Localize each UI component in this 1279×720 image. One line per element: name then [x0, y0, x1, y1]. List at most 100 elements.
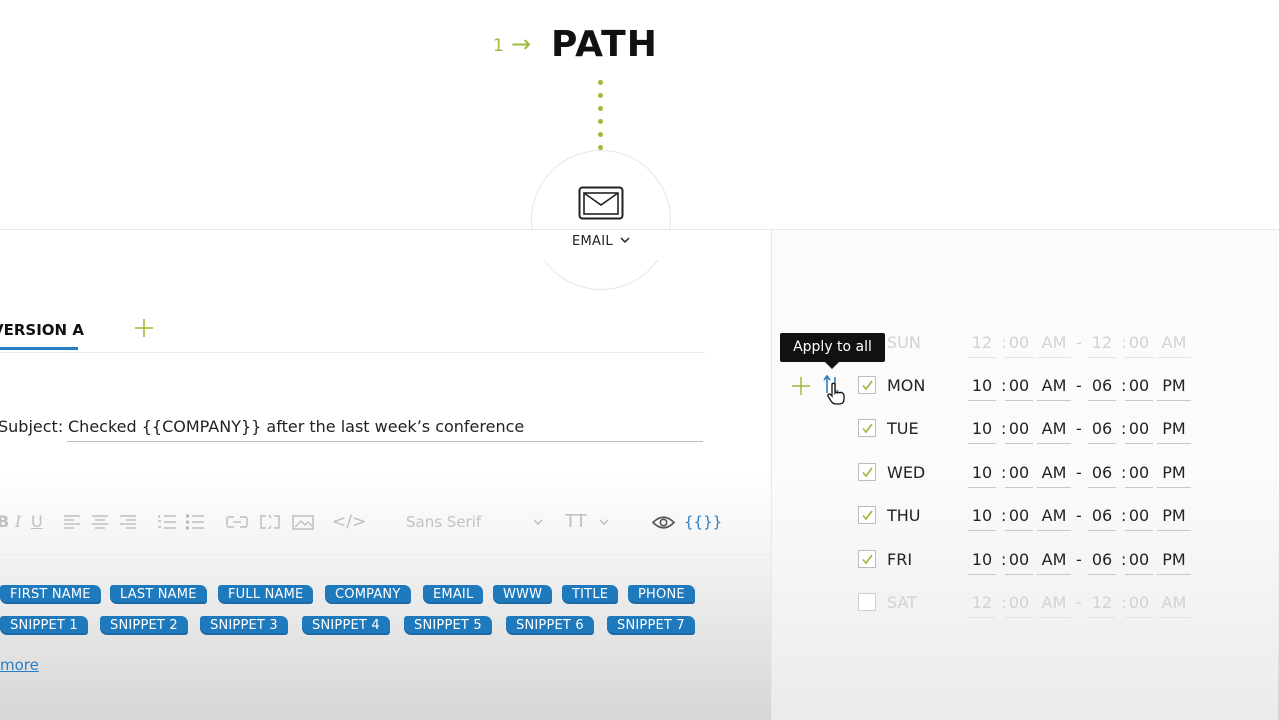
time-colon: : [1121, 506, 1127, 525]
start-minute-field[interactable]: 00 [1007, 333, 1031, 352]
schedule-row-mon: MON 10:00 AM -06:00 PM [858, 373, 1198, 401]
add-time-range-icon[interactable] [791, 376, 811, 396]
schedule-row-sat: SAT 12:00 AM -12:00 AM [858, 590, 1198, 618]
end-ampm-field[interactable]: PM [1159, 419, 1189, 438]
unlink-icon[interactable] [259, 515, 281, 529]
end-ampm-field[interactable]: AM [1159, 593, 1189, 612]
start-hour-field[interactable]: 10 [970, 419, 994, 438]
start-minute-field[interactable]: 00 [1007, 550, 1031, 569]
email-node[interactable] [531, 150, 671, 290]
align-center-icon[interactable] [92, 515, 108, 529]
image-icon[interactable] [292, 515, 314, 530]
chevron-down-icon[interactable] [533, 519, 543, 526]
start-hour-field[interactable]: 10 [970, 376, 994, 395]
eye-icon[interactable] [652, 515, 675, 530]
tab-version-a[interactable]: VERSION A [0, 321, 84, 339]
tag-title[interactable]: TITLE [562, 585, 619, 604]
end-hour-field[interactable]: 06 [1090, 419, 1114, 438]
start-hour-field[interactable]: 10 [970, 463, 994, 482]
end-hour-field[interactable]: 06 [1090, 463, 1114, 482]
ordered-list-icon[interactable] [158, 514, 176, 530]
start-ampm-field[interactable]: AM [1039, 376, 1069, 395]
tag-snippet-4[interactable]: SNIPPET 4 [302, 616, 390, 635]
tag-company[interactable]: COMPANY [325, 585, 411, 604]
end-ampm-field[interactable]: PM [1159, 550, 1189, 569]
time-colon: : [1001, 376, 1007, 395]
tag-snippet-6[interactable]: SNIPPET 6 [506, 616, 594, 635]
subject-input[interactable]: Checked {{COMPANY}} after the last week’… [68, 417, 524, 436]
underline-icon[interactable]: U [31, 510, 43, 534]
end-ampm-field[interactable]: PM [1159, 376, 1189, 395]
end-minute-field[interactable]: 00 [1127, 593, 1151, 612]
start-ampm-field[interactable]: AM [1039, 550, 1069, 569]
day-checkbox[interactable] [858, 419, 876, 437]
bullet-list-icon[interactable] [186, 514, 204, 530]
start-hour-field[interactable]: 12 [970, 333, 994, 352]
start-ampm-field[interactable]: AM [1039, 419, 1069, 438]
tag-snippet-3[interactable]: SNIPPET 3 [200, 616, 288, 635]
start-hour-field[interactable]: 10 [970, 506, 994, 525]
day-checkbox[interactable] [858, 463, 876, 481]
end-ampm-field[interactable]: PM [1159, 506, 1189, 525]
start-minute-field[interactable]: 00 [1007, 593, 1031, 612]
font-family-select[interactable]: Sans Serif [406, 510, 481, 534]
envelope-icon[interactable] [578, 186, 624, 220]
start-ampm-field[interactable]: AM [1039, 463, 1069, 482]
align-left-icon[interactable] [64, 515, 80, 529]
tag-snippet-1[interactable]: SNIPPET 1 [0, 616, 88, 635]
day-checkbox[interactable] [858, 550, 876, 568]
start-hour-field[interactable]: 12 [970, 593, 994, 612]
code-icon[interactable]: </> [332, 510, 366, 534]
end-minute-field[interactable]: 00 [1127, 506, 1151, 525]
start-minute-field[interactable]: 00 [1007, 463, 1031, 482]
tag-snippet-5[interactable]: SNIPPET 5 [404, 616, 492, 635]
link-icon[interactable] [226, 516, 248, 528]
start-ampm-field[interactable]: AM [1039, 506, 1069, 525]
time-colon: : [1121, 333, 1127, 352]
end-ampm-field[interactable]: AM [1159, 333, 1189, 352]
day-checkbox[interactable] [858, 506, 876, 524]
variables-icon[interactable]: {{}} [684, 510, 722, 534]
tag-email[interactable]: EMAIL [423, 585, 484, 604]
day-checkbox[interactable] [858, 593, 876, 611]
start-ampm-field[interactable]: AM [1039, 593, 1069, 612]
node-type-label[interactable]: EMAIL [572, 234, 613, 249]
tab-divider [0, 352, 705, 353]
start-ampm-field[interactable]: AM [1039, 333, 1069, 352]
end-ampm-field[interactable]: PM [1159, 463, 1189, 482]
italic-icon[interactable]: I [15, 510, 21, 534]
time-range-dash: - [1076, 376, 1082, 395]
tag-snippet-2[interactable]: SNIPPET 2 [100, 616, 188, 635]
day-checkbox[interactable] [858, 376, 876, 394]
tag-snippet-7[interactable]: SNIPPET 7 [607, 616, 695, 635]
tag-first-name[interactable]: FIRST NAME [0, 585, 101, 604]
time-colon: : [1001, 333, 1007, 352]
tag-full-name[interactable]: FULL NAME [218, 585, 314, 604]
end-hour-field[interactable]: 12 [1090, 593, 1114, 612]
add-version-icon[interactable] [134, 318, 154, 338]
tag-www[interactable]: WWW [493, 585, 553, 604]
end-minute-field[interactable]: 00 [1127, 333, 1151, 352]
chevron-down-icon[interactable] [599, 519, 609, 526]
end-minute-field[interactable]: 00 [1127, 419, 1151, 438]
end-hour-field[interactable]: 12 [1090, 333, 1114, 352]
align-right-icon[interactable] [120, 515, 136, 529]
chevron-down-icon[interactable] [620, 236, 630, 244]
more-tags-link[interactable]: more [0, 656, 39, 674]
start-minute-field[interactable]: 00 [1007, 376, 1031, 395]
tag-last-name[interactable]: LAST NAME [110, 585, 207, 604]
end-hour-field[interactable]: 06 [1090, 506, 1114, 525]
tag-phone[interactable]: PHONE [628, 585, 695, 604]
bold-icon[interactable]: B [0, 510, 9, 534]
start-hour-field[interactable]: 10 [970, 550, 994, 569]
end-hour-field[interactable]: 06 [1090, 376, 1114, 395]
font-size-icon[interactable]: TT [565, 510, 587, 534]
end-minute-field[interactable]: 00 [1127, 550, 1151, 569]
page-title: PATH [551, 24, 658, 65]
end-minute-field[interactable]: 00 [1127, 463, 1151, 482]
end-hour-field[interactable]: 06 [1090, 550, 1114, 569]
step-arrow-icon: → [511, 30, 532, 58]
start-minute-field[interactable]: 00 [1007, 419, 1031, 438]
start-minute-field[interactable]: 00 [1007, 506, 1031, 525]
end-minute-field[interactable]: 00 [1127, 376, 1151, 395]
